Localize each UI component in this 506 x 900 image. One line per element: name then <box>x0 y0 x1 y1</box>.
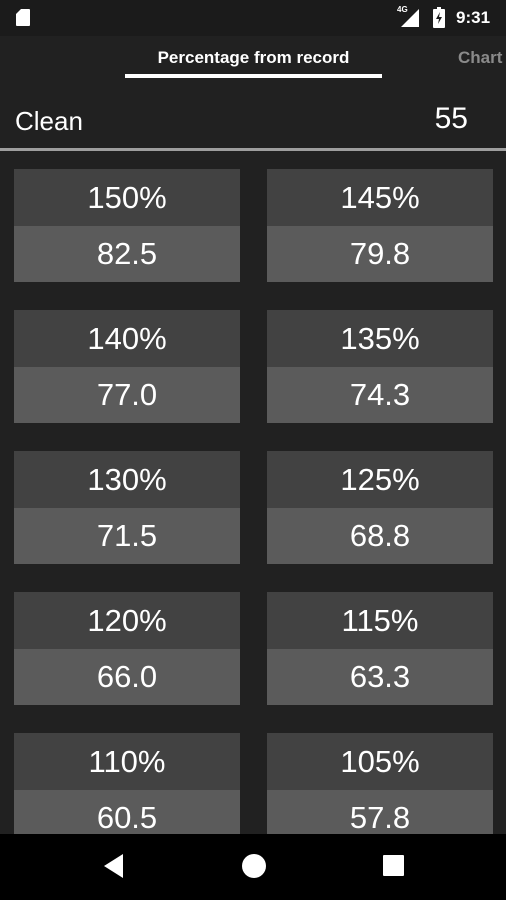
computed-weight: 82.5 <box>14 226 240 282</box>
percentage-card[interactable]: 140% 77.0 <box>14 310 240 423</box>
computed-weight: 71.5 <box>14 508 240 564</box>
sd-card-icon <box>16 9 30 26</box>
home-icon[interactable] <box>242 854 266 878</box>
percentage-card[interactable]: 130% 71.5 <box>14 451 240 564</box>
tab-bar: Percentage from record Chart <box>0 36 506 82</box>
signal-icon <box>401 9 419 27</box>
percentage-label: 115% <box>267 592 493 649</box>
percentage-label: 140% <box>14 310 240 367</box>
percentage-label: 110% <box>14 733 240 790</box>
computed-weight: 63.3 <box>267 649 493 705</box>
computed-weight: 74.3 <box>267 367 493 423</box>
clock-time: 9:31 <box>456 8 491 27</box>
recent-apps-icon[interactable] <box>383 855 404 876</box>
percentage-label: 145% <box>267 169 493 226</box>
percentage-card[interactable]: 105% 57.8 <box>267 733 493 846</box>
computed-weight: 77.0 <box>14 367 240 423</box>
divider <box>0 148 506 151</box>
computed-weight: 79.8 <box>267 226 493 282</box>
percentage-card[interactable]: 120% 66.0 <box>14 592 240 705</box>
percentage-card[interactable]: 115% 63.3 <box>267 592 493 705</box>
percentage-label: 105% <box>267 733 493 790</box>
percentage-label: 130% <box>14 451 240 508</box>
percentage-card[interactable]: 135% 74.3 <box>267 310 493 423</box>
percentage-label: 135% <box>267 310 493 367</box>
computed-weight: 66.0 <box>14 649 240 705</box>
percentage-label: 150% <box>14 169 240 226</box>
battery-charging-icon <box>433 7 445 28</box>
exercise-row[interactable]: Clean 55 <box>0 92 506 148</box>
percentage-card[interactable]: 110% 60.5 <box>14 733 240 846</box>
percentage-label: 125% <box>267 451 493 508</box>
status-bar: 4G 9:31 <box>0 0 506 36</box>
percentage-card[interactable]: 145% 79.8 <box>267 169 493 282</box>
navigation-bar <box>0 834 506 900</box>
exercise-record-value: 55 <box>434 102 468 135</box>
exercise-name: Clean <box>15 106 83 136</box>
back-icon[interactable] <box>104 854 123 878</box>
tab-percentage-from-record[interactable]: Percentage from record <box>125 48 382 68</box>
active-tab-indicator <box>125 74 382 78</box>
percentage-label: 120% <box>14 592 240 649</box>
tab-chart[interactable]: Chart <box>458 48 502 68</box>
percentage-card[interactable]: 150% 82.5 <box>14 169 240 282</box>
computed-weight: 68.8 <box>267 508 493 564</box>
percentage-card[interactable]: 125% 68.8 <box>267 451 493 564</box>
